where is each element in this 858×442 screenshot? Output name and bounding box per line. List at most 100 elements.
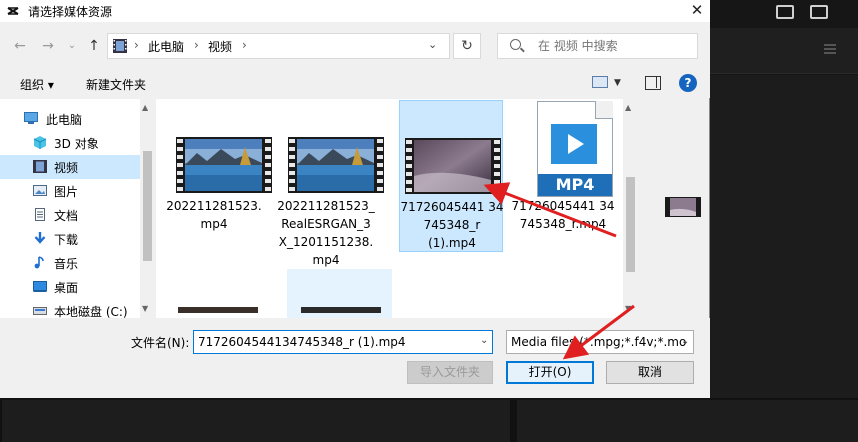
file-item[interactable]: [287, 269, 392, 318]
sidebar-item-label: 此电脑: [46, 113, 83, 127]
filename-label: 文件名(N):: [131, 336, 190, 350]
breadcrumb-separator[interactable]: ›: [134, 38, 139, 52]
scroll-down-icon[interactable]: ▼: [625, 304, 631, 313]
purple-thumbnail-image: [414, 140, 491, 192]
sidebar-item-this-pc[interactable]: 此电脑: [0, 107, 140, 131]
back-button[interactable]: ←: [10, 36, 30, 56]
breadcrumb-separator[interactable]: ›: [242, 38, 247, 52]
filename-input[interactable]: [193, 330, 493, 354]
file-item[interactable]: 202211281523_ RealESRGAN_3 X_1201151238.…: [274, 99, 384, 267]
filename-dropdown-icon[interactable]: ⌄: [480, 335, 488, 346]
breadcrumb-videos[interactable]: 视频: [208, 38, 232, 55]
mp4-badge: MP4: [538, 174, 612, 196]
film-holes: [494, 140, 500, 192]
film-holes: [265, 139, 271, 191]
file-name: 202211281523_ RealESRGAN_3 X_1201151238.…: [277, 199, 375, 267]
sidebar-item-3d-objects[interactable]: 3D 对象: [0, 131, 140, 155]
page-fold: [595, 101, 613, 119]
refresh-button[interactable]: ↻: [453, 33, 481, 59]
film-holes: [406, 140, 412, 192]
keyboard-icon[interactable]: [776, 5, 794, 19]
download-icon: [34, 232, 46, 244]
sidebar-item-documents[interactable]: 文档: [0, 203, 140, 227]
film-holes: [289, 139, 295, 191]
lake-thumbnail-image: [297, 139, 374, 191]
file-item[interactable]: MP4 71726045441 34 745348_r.mp4: [511, 99, 615, 251]
document-icon: [35, 208, 45, 221]
scroll-up-icon[interactable]: ▲: [142, 103, 148, 112]
sidebar-item-desktop[interactable]: 桌面: [0, 275, 140, 299]
title-bar: 请选择媒体资源 ✕: [0, 0, 710, 22]
view-dropdown-icon[interactable]: ▼: [614, 78, 621, 88]
play-icon: [551, 124, 597, 164]
search-box[interactable]: [497, 33, 698, 59]
search-input[interactable]: [538, 39, 688, 53]
sidebar-item-label: 视频: [54, 161, 79, 175]
file-item[interactable]: 202211281523. mp4: [162, 99, 272, 251]
view-options-icon[interactable]: [592, 76, 608, 88]
video-thumbnail-partial: [178, 307, 258, 313]
new-folder-button[interactable]: 新建文件夹: [86, 76, 146, 93]
preview-pane-icon[interactable]: [645, 76, 661, 90]
background-panel-body: [710, 75, 858, 442]
music-icon: [34, 256, 44, 269]
address-dropdown-icon[interactable]: ⌄: [428, 38, 437, 51]
sidebar-item-downloads[interactable]: 下载: [0, 227, 140, 251]
breadcrumb-this-pc[interactable]: 此电脑: [148, 38, 184, 55]
background-video-thumbnail: [663, 195, 703, 219]
mp4-file-icon: MP4: [537, 101, 613, 197]
search-icon: [510, 39, 521, 50]
menu-icon[interactable]: [824, 44, 836, 54]
capcut-logo-icon: [7, 7, 19, 15]
open-button[interactable]: 打开(O): [506, 361, 594, 384]
forward-button[interactable]: →: [38, 36, 58, 56]
sidebar-item-label: 3D 对象: [54, 137, 99, 151]
sidebar-item-label: 图片: [54, 185, 79, 199]
file-item[interactable]: [162, 269, 266, 318]
video-thumbnail: [176, 137, 272, 193]
dialog-title: 请选择媒体资源: [28, 5, 113, 19]
background-timeline-right: [517, 400, 858, 442]
background-topbar: [710, 0, 858, 28]
sidebar-item-videos[interactable]: 视频: [0, 155, 140, 179]
help-button[interactable]: ?: [679, 74, 697, 92]
video-thumbnail-partial: [301, 307, 381, 313]
file-list: 202211281523. mp4 202211281523_ RealESRG…: [156, 99, 623, 318]
picture-icon: [33, 185, 47, 196]
up-button[interactable]: ↑: [84, 36, 104, 56]
scroll-down-icon[interactable]: ▼: [142, 304, 148, 313]
navigation-pane: 此电脑 3D 对象 视频 图片 文档 下载 音乐 桌面 本地磁盘 (C:): [0, 99, 155, 319]
layout-icon[interactable]: [810, 5, 828, 19]
file-name: 202211281523. mp4: [166, 199, 262, 231]
breadcrumb-separator[interactable]: ›: [194, 38, 199, 52]
close-button[interactable]: ✕: [688, 0, 706, 20]
computer-icon: [24, 112, 38, 124]
recent-locations-button[interactable]: ⌄: [62, 36, 82, 56]
video-thumbnail: [405, 138, 501, 194]
scroll-up-icon[interactable]: ▲: [625, 103, 631, 112]
film-holes: [377, 139, 383, 191]
lake-thumbnail-image: [185, 139, 262, 191]
sidebar-item-music[interactable]: 音乐: [0, 251, 140, 275]
sidebar-item-pictures[interactable]: 图片: [0, 179, 140, 203]
file-type-dropdown-icon[interactable]: ⌄: [681, 336, 689, 347]
film-holes: [177, 139, 183, 191]
file-item-selected[interactable]: 71726045441 34 745348_r (1).mp4: [399, 100, 504, 252]
sidebar-item-label: 下载: [54, 233, 79, 247]
sidebar-item-label: 音乐: [54, 257, 79, 271]
import-folder-button[interactable]: 导入文件夹: [407, 361, 493, 384]
scrollbar-thumb[interactable]: [626, 177, 635, 272]
scrollbar-thumb[interactable]: [143, 151, 152, 261]
navigation-scrollbar[interactable]: ▲ ▼: [140, 99, 155, 318]
background-timeline-left: [2, 400, 510, 442]
video-thumbnail: [288, 137, 384, 193]
sidebar-item-label: 桌面: [54, 281, 79, 295]
file-type-select[interactable]: Media files (*.mpg;*.f4v;*.mo: [506, 330, 694, 354]
cancel-button[interactable]: 取消: [606, 361, 694, 384]
film-icon: [113, 39, 127, 53]
cube-icon: [33, 136, 47, 149]
organize-menu[interactable]: 组织 ▾: [20, 76, 54, 93]
file-name: 71726045441 34 745348_r.mp4: [511, 199, 615, 231]
file-list-scrollbar[interactable]: ▲ ▼: [623, 99, 638, 318]
address-bar[interactable]: › 此电脑 › 视频 › ⌄: [107, 33, 450, 59]
